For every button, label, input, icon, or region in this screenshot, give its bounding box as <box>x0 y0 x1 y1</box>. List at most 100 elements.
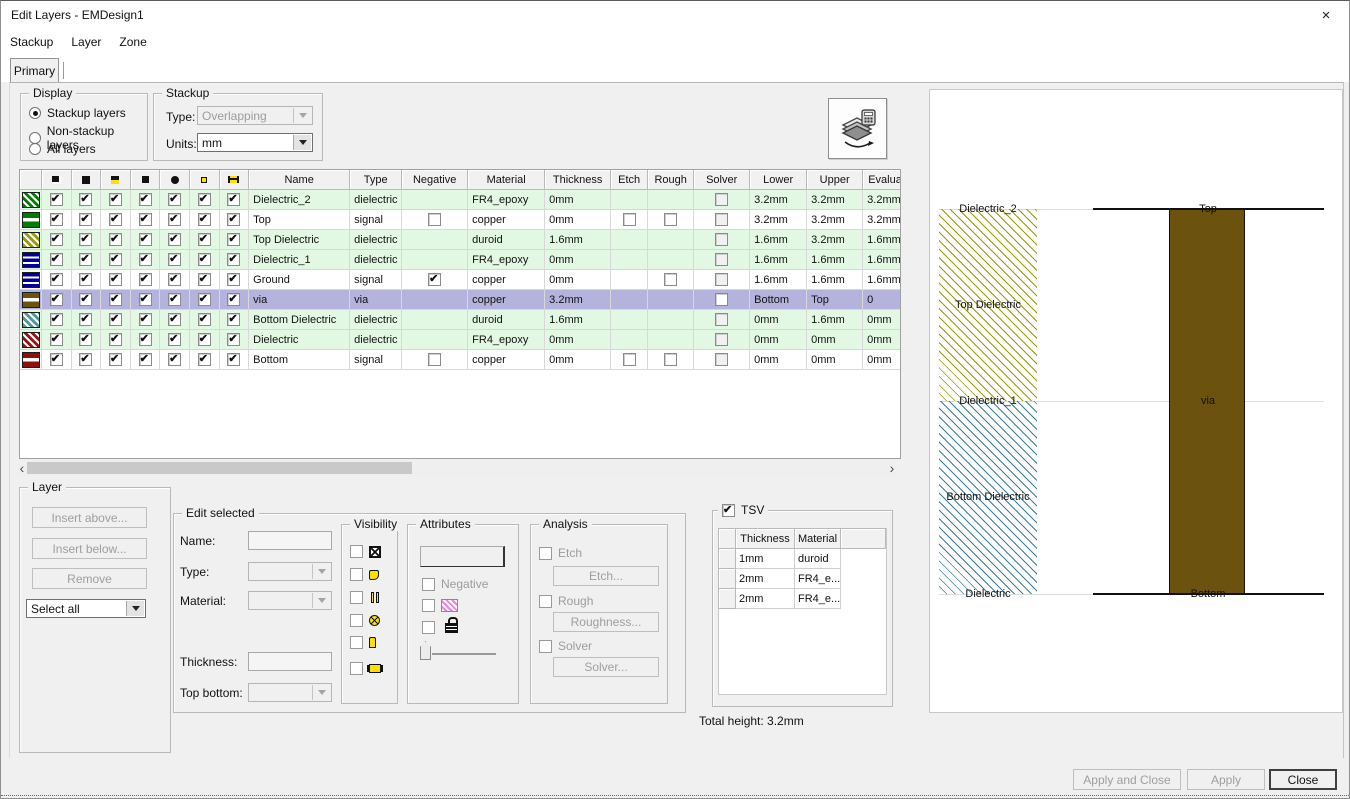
layer-color-swatch[interactable] <box>20 230 42 250</box>
checkbox[interactable] <box>227 213 240 226</box>
chevron-down-icon[interactable] <box>312 564 330 579</box>
checkbox[interactable] <box>50 193 63 206</box>
layer-row-bottom-dielectric[interactable]: Bottom Dielectricdielectricduroid1.6mm0m… <box>20 310 900 330</box>
tsv-material-cell[interactable]: FR4_e... <box>795 589 841 609</box>
visibility-checkbox[interactable] <box>350 614 363 627</box>
visibility-cell[interactable] <box>101 310 131 330</box>
visibility-cell[interactable] <box>160 210 190 230</box>
visibility-cell[interactable] <box>101 250 131 270</box>
layer-color-swatch[interactable] <box>20 190 42 210</box>
checkbox[interactable] <box>227 353 240 366</box>
checkbox[interactable] <box>109 253 122 266</box>
visibility-cell[interactable] <box>72 290 102 310</box>
visibility-cell[interactable] <box>220 270 250 290</box>
layer-color-swatch[interactable] <box>20 350 42 370</box>
scroll-left-icon[interactable]: ‹ <box>17 460 27 476</box>
negative-cell[interactable] <box>402 250 468 270</box>
visibility-cell[interactable] <box>42 270 72 290</box>
radio-stackup-layers[interactable]: Stackup layers <box>29 106 126 120</box>
checkbox[interactable] <box>139 273 152 286</box>
layer-row-dielectric[interactable]: DielectricdielectricFR4_epoxy0mm0mm0mm0m… <box>20 330 900 350</box>
checkbox[interactable] <box>227 193 240 206</box>
solver-cell[interactable] <box>694 330 750 350</box>
checkbox[interactable] <box>168 333 181 346</box>
checkbox[interactable] <box>139 213 152 226</box>
chevron-down-icon[interactable] <box>293 135 311 150</box>
analysis-solver-row[interactable]: Solver <box>539 639 592 653</box>
etch-cell[interactable] <box>611 310 648 330</box>
visibility-cell[interactable] <box>220 190 250 210</box>
checkbox[interactable] <box>109 333 122 346</box>
color-button[interactable] <box>420 546 505 567</box>
layer-color-swatch[interactable] <box>20 330 42 350</box>
visibility-cell[interactable] <box>42 250 72 270</box>
visibility-cell[interactable] <box>42 350 72 370</box>
negative-checkbox[interactable] <box>422 578 435 591</box>
chevron-down-icon[interactable] <box>293 108 311 123</box>
units-dropdown[interactable]: mm <box>197 133 313 152</box>
checkbox[interactable] <box>168 353 181 366</box>
checkbox[interactable] <box>109 313 122 326</box>
visibility-cell[interactable] <box>42 210 72 230</box>
checkbox[interactable] <box>79 253 92 266</box>
checkbox[interactable] <box>664 273 677 286</box>
visibility-checkbox[interactable] <box>350 662 363 675</box>
menu-zone[interactable]: Zone <box>119 35 146 49</box>
tsv-checkbox-row[interactable]: TSV <box>718 503 768 517</box>
checkbox[interactable] <box>109 233 122 246</box>
checkbox[interactable] <box>139 253 152 266</box>
visibility-cell[interactable] <box>220 230 250 250</box>
visibility-cell[interactable] <box>220 250 250 270</box>
layer-color-swatch[interactable] <box>20 310 42 330</box>
chevron-down-icon[interactable] <box>312 593 330 608</box>
tsv-material-cell[interactable]: duroid <box>795 549 841 569</box>
layer-row-top[interactable]: Topsignalcopper0mm3.2mm3.2mm3.2mm <box>20 210 900 230</box>
visibility-cell[interactable] <box>42 330 72 350</box>
solver-cell[interactable] <box>694 350 750 370</box>
checkbox[interactable] <box>168 213 181 226</box>
checkbox[interactable] <box>715 213 728 226</box>
visibility-cell[interactable] <box>131 190 161 210</box>
layer-row-via[interactable]: viaviacopper3.2mmBottomTop0 <box>20 290 900 310</box>
rough-cell[interactable] <box>648 190 694 210</box>
name-field[interactable] <box>248 531 332 550</box>
rough-settings-button[interactable]: Roughness... <box>553 612 659 632</box>
layer-color-swatch[interactable] <box>20 210 42 230</box>
visibility-cell[interactable] <box>160 250 190 270</box>
checkbox[interactable] <box>139 333 152 346</box>
solver-cell[interactable] <box>694 310 750 330</box>
layer-row-ground[interactable]: Groundsignalcopper0mm1.6mm1.6mm1.6mm <box>20 270 900 290</box>
visibility-checkbox[interactable] <box>350 591 363 604</box>
visibility-cell[interactable] <box>131 210 161 230</box>
tsv-row-1[interactable]: 1mmduroid <box>718 549 886 569</box>
checkbox[interactable] <box>109 273 122 286</box>
visibility-cell[interactable] <box>101 290 131 310</box>
visibility-cell[interactable] <box>160 270 190 290</box>
checkbox[interactable] <box>50 333 63 346</box>
checkbox[interactable] <box>664 213 677 226</box>
negative-cell[interactable] <box>402 310 468 330</box>
rough-cell[interactable] <box>648 330 694 350</box>
hatch-checkbox[interactable] <box>422 599 435 612</box>
visibility-cell[interactable] <box>160 310 190 330</box>
etch-cell[interactable] <box>611 350 648 370</box>
lock-checkbox[interactable] <box>422 621 435 634</box>
visibility-item-board-outline[interactable] <box>350 545 381 558</box>
visibility-cell[interactable] <box>131 350 161 370</box>
solver-cell[interactable] <box>694 270 750 290</box>
checkbox[interactable] <box>198 213 211 226</box>
checkbox[interactable] <box>50 233 63 246</box>
visibility-cell[interactable] <box>220 290 250 310</box>
checkbox[interactable] <box>79 313 92 326</box>
negative-cell[interactable] <box>402 210 468 230</box>
type-dropdown[interactable] <box>248 562 332 581</box>
rough-cell[interactable] <box>648 250 694 270</box>
rough-cell[interactable] <box>648 230 694 250</box>
tsv-row-selector[interactable] <box>718 569 736 589</box>
checkbox[interactable] <box>79 233 92 246</box>
etch-cell[interactable] <box>611 290 648 310</box>
solver-settings-button[interactable]: Solver... <box>553 657 659 677</box>
checkbox[interactable] <box>198 313 211 326</box>
visibility-item-pad[interactable] <box>350 568 379 581</box>
rough-cell[interactable] <box>648 290 694 310</box>
